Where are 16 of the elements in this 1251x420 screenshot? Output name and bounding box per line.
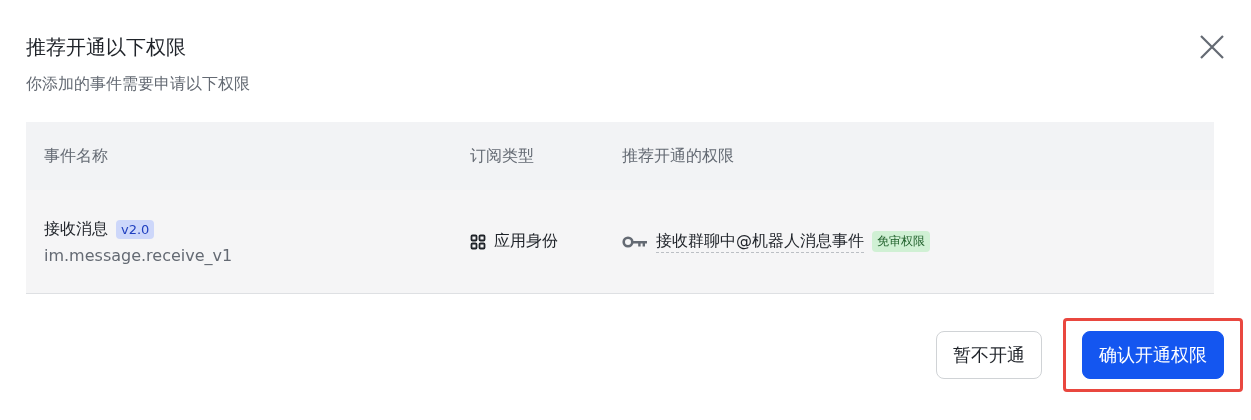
event-name: 接收消息 [44, 218, 108, 240]
permission-link[interactable]: 接收群聊中@机器人消息事件 [656, 230, 864, 253]
version-tag: v2.0 [116, 219, 155, 239]
key-icon [622, 235, 648, 248]
column-header: 订阅类型 [470, 145, 535, 167]
close-icon[interactable] [1199, 34, 1225, 60]
subscription-type: 应用身份 [494, 231, 558, 252]
cancel-button[interactable]: 暂不开通 [936, 331, 1042, 379]
dialog-subtitle: 你添加的事件需要申请以下权限 [26, 73, 250, 95]
event-key: im.message.receive_v1 [44, 245, 470, 265]
confirm-button[interactable]: 确认开通权限 [1082, 331, 1224, 379]
grid-icon [470, 233, 486, 250]
column-header: 推荐开通的权限 [622, 145, 735, 167]
permission-tag: 免审权限 [872, 231, 930, 252]
dialog-title: 推荐开通以下权限 [26, 34, 187, 61]
column-header: 事件名称 [43, 145, 109, 167]
